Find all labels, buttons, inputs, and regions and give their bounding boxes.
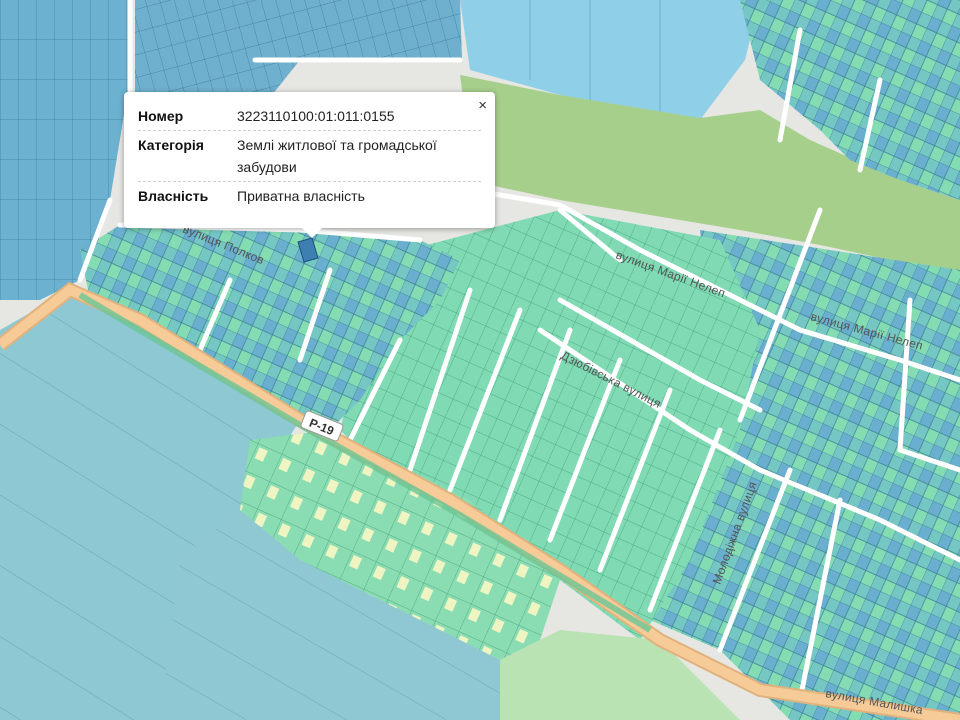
- close-icon[interactable]: ×: [478, 98, 487, 114]
- popup-key: Власність: [138, 188, 209, 204]
- popup-row-category: Категорія Землі житлової та громадської …: [138, 130, 481, 181]
- popup-key: Категорія: [138, 137, 204, 153]
- popup-value: Приватна власність: [237, 188, 365, 204]
- popup-value: Землі житлової та громадської забудови: [237, 137, 437, 175]
- parcel-info-popup: × Номер 3223110100:01:011:0155 Категорія…: [124, 92, 495, 238]
- popup-key: Номер: [138, 108, 184, 124]
- popup-row-ownership: Власність Приватна власність: [138, 181, 481, 210]
- popup-row-number: Номер 3223110100:01:011:0155: [138, 102, 481, 130]
- popup-value: 3223110100:01:011:0155: [237, 108, 395, 124]
